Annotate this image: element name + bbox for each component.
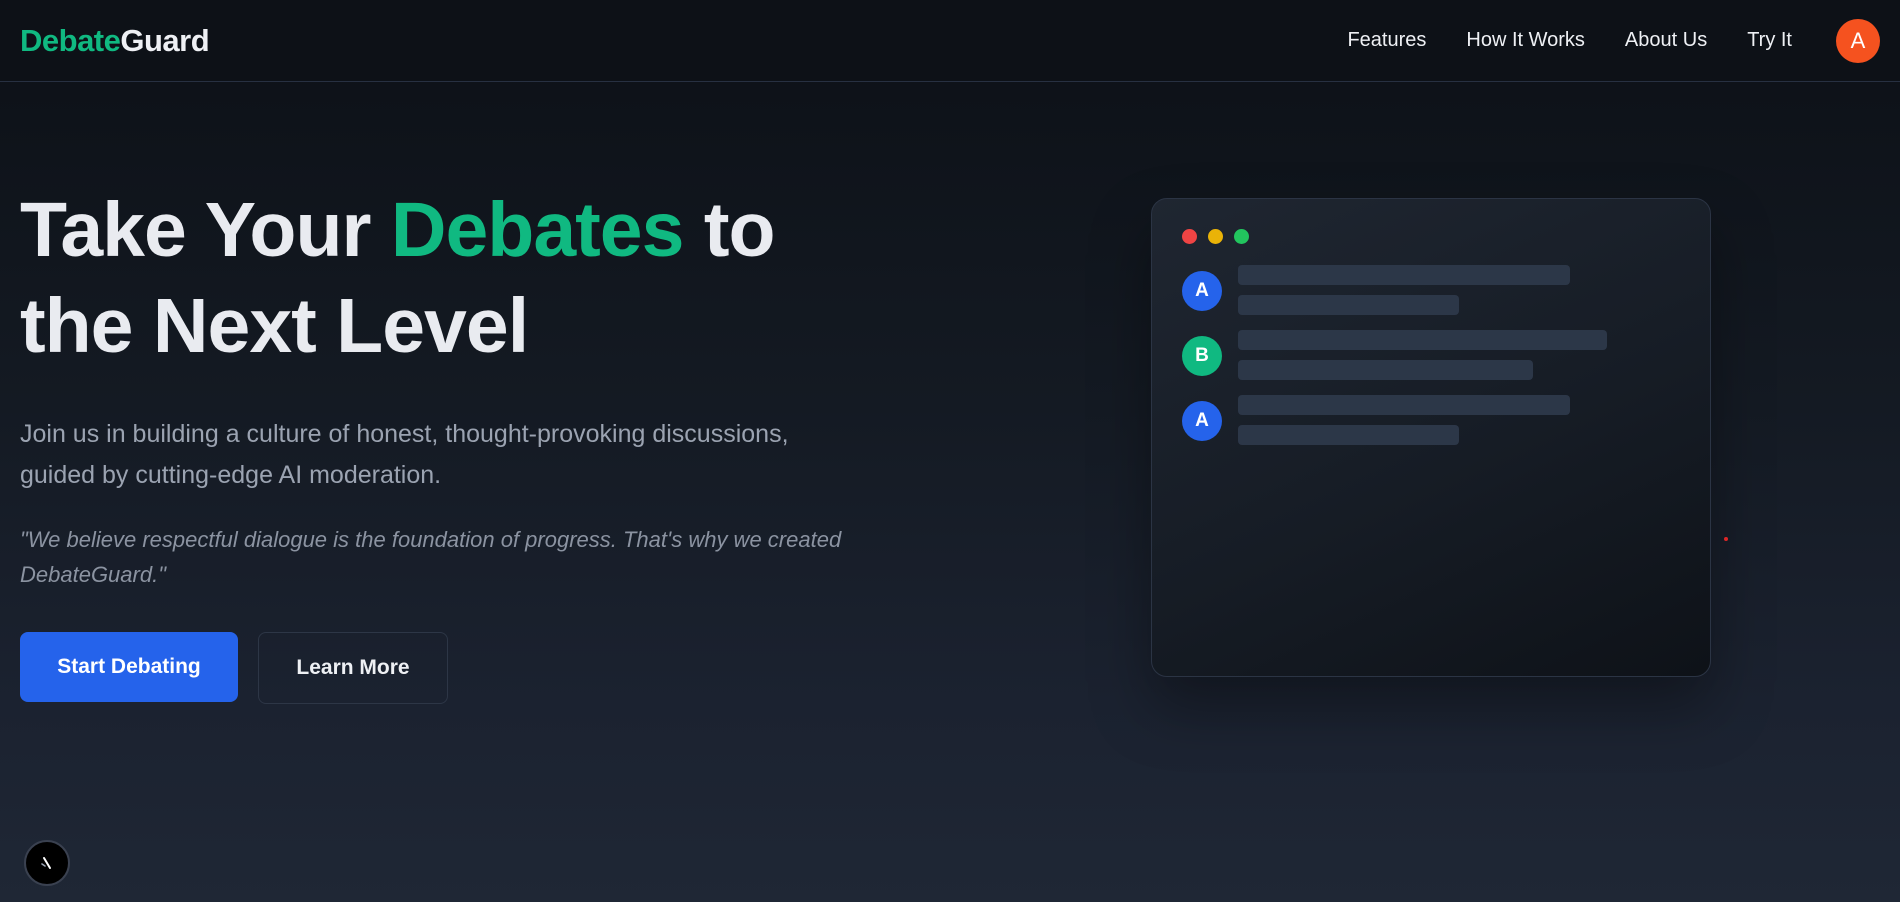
user-avatar[interactable]: A: [1836, 18, 1880, 63]
maximize-dot-icon: [1234, 229, 1249, 244]
logo-guard: Guard: [120, 22, 210, 58]
nav-features[interactable]: Features: [1347, 29, 1426, 52]
message-line-placeholder: [1238, 425, 1459, 445]
hero-title-start: Take Your: [20, 187, 391, 273]
message-lines: [1238, 395, 1570, 445]
nav-about-us[interactable]: About Us: [1625, 29, 1707, 52]
cta-buttons: Start Debating Learn More: [20, 632, 900, 704]
nav-links: Features How It Works About Us Try It A: [1347, 18, 1880, 63]
learn-more-button[interactable]: Learn More: [258, 632, 448, 704]
hero-quote: "We believe respectful dialogue is the f…: [20, 527, 842, 587]
decorative-dot: [1724, 537, 1728, 541]
message-line-placeholder: [1238, 265, 1570, 285]
message-line-placeholder: [1238, 295, 1459, 315]
nav-how-it-works[interactable]: How It Works: [1466, 29, 1585, 52]
hero-title-accent: Debates: [390, 187, 685, 273]
speaker-badge: A: [1182, 271, 1222, 311]
hero-title: Take Your Debates to the Next Level: [20, 182, 900, 374]
message-lines: [1238, 265, 1570, 315]
speaker-badge: B: [1182, 336, 1222, 376]
message-line-placeholder: [1238, 360, 1533, 380]
hero-section: Take Your Debates to the Next Level Join…: [20, 182, 900, 704]
start-debating-button[interactable]: Start Debating: [20, 632, 238, 702]
gauge-icon: [41, 857, 51, 869]
message-line-placeholder: [1238, 395, 1570, 415]
message-line-placeholder: [1238, 330, 1607, 350]
window-controls: [1182, 229, 1249, 244]
chat-message-1: A: [1182, 265, 1570, 315]
chat-message-3: A: [1182, 395, 1570, 445]
minimize-dot-icon: [1208, 229, 1223, 244]
message-lines: [1238, 330, 1607, 380]
close-dot-icon: [1182, 229, 1197, 244]
chat-preview-window: A B A: [1151, 198, 1711, 677]
chat-message-2: B: [1182, 330, 1607, 380]
hero-subtitle: Join us in building a culture of honest,…: [20, 420, 789, 489]
dev-tools-widget[interactable]: [24, 840, 70, 886]
nav-try-it[interactable]: Try It: [1747, 29, 1792, 52]
top-navbar: DebateGuard Features How It Works About …: [0, 0, 1900, 82]
logo[interactable]: DebateGuard: [20, 22, 210, 59]
speaker-badge: A: [1182, 401, 1222, 441]
logo-debate: Debate: [20, 22, 121, 58]
